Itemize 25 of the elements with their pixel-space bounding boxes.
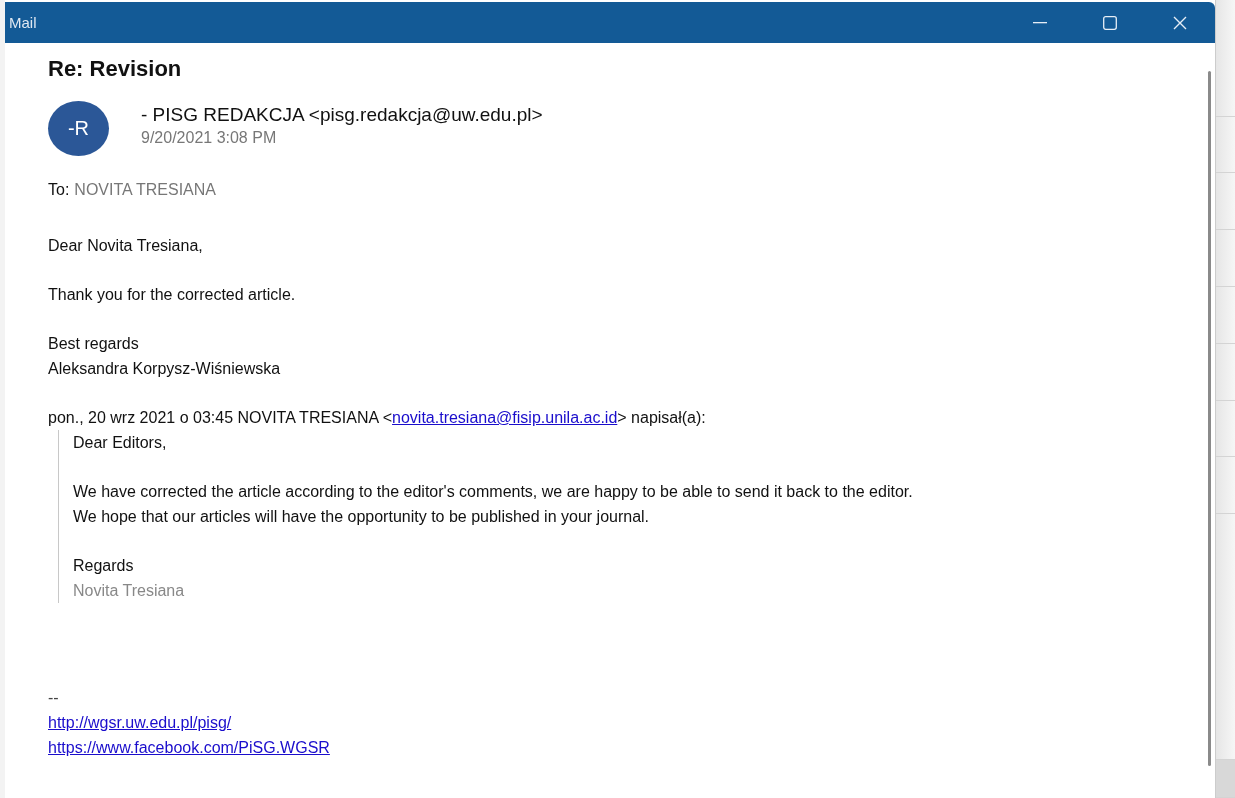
web-link[interactable]: http://wgsr.uw.edu.pl/pisg/ [48, 710, 232, 735]
maximize-icon [1103, 15, 1117, 30]
text-line: We have corrected the article according to the editor's comments, we are happy to be able to send it back to the editor. [73, 482, 913, 502]
signature-separator: -- [48, 688, 59, 708]
text-line: Thank you for the corrected article. [48, 285, 296, 305]
scrollbar[interactable] [1207, 71, 1211, 766]
quote-attribution: pon., 20 wrz 2021 o 03:45 NOVITA TRESIANA <novita.tresiana@fisip.unila.ac.id> napisał(a): [48, 408, 706, 428]
sender: - PISG REDAKCJA <pisg.redakcja@uw.edu.pl> [141, 102, 543, 127]
text-line: Dear Editors, [73, 433, 167, 453]
minimize-icon [1033, 21, 1047, 24]
email-link[interactable]: novita.tresiana@fisip.unila.ac.id [392, 409, 618, 426]
recipient: NOVITA TRESIANA [74, 180, 216, 200]
close-icon [1173, 15, 1187, 30]
text-line: We hope that our articles will have the opportunity to be published in your journal. [73, 507, 650, 527]
date: 9/20/2021 3:08 PM [141, 127, 277, 148]
signature-name: Novita Tresiana [73, 581, 185, 601]
avatar: -R [48, 101, 109, 156]
web-link[interactable]: https://www.facebook.com/PiSG.WGSR [48, 735, 330, 760]
text-line: Regards [73, 556, 134, 576]
text-line: Dear Novita Tresiana, [48, 236, 203, 256]
subject: Re: Revision [48, 55, 182, 83]
text-line: Best regards [48, 334, 139, 354]
text-line: Aleksandra Korpysz-Wiśniewska [48, 359, 281, 379]
window-title: Mail [8, 14, 38, 31]
to-label: To: [48, 180, 70, 200]
